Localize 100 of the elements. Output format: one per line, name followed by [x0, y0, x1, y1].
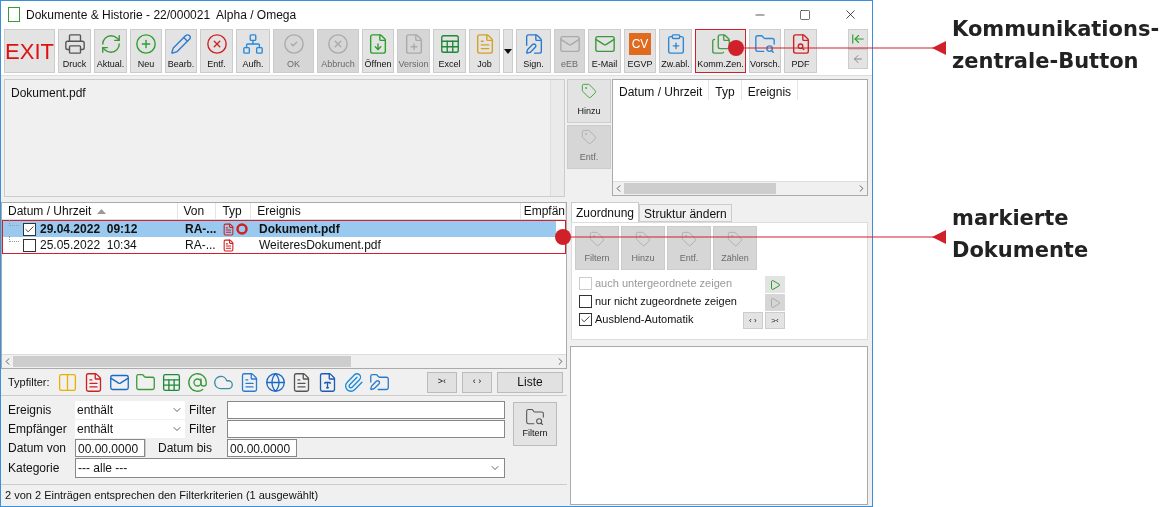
toolbar-button[interactable]: Zw.abl. — [659, 29, 692, 73]
type-filter-icon[interactable] — [160, 371, 182, 393]
type-filter-icon[interactable] — [134, 371, 156, 393]
column-header[interactable]: Datum / Uhrzeit — [613, 80, 710, 100]
checkbox[interactable] — [23, 222, 36, 236]
tab[interactable]: Zuordnung — [571, 202, 640, 222]
scrollbar-thumb[interactable] — [13, 356, 352, 367]
filter-button[interactable]: >‹ — [427, 371, 457, 393]
toolbar-button[interactable]: Komm.Zen. — [695, 29, 746, 73]
table-cell-text: RA-... — [184, 237, 217, 254]
sort-icon — [97, 208, 107, 214]
filter-apply-button[interactable]: Filtern — [513, 402, 557, 446]
toolbar-button[interactable]: Vorsch. — [749, 29, 781, 73]
toolbar-button[interactable]: Öffnen — [362, 29, 394, 73]
filter-button[interactable]: Liste — [497, 371, 563, 393]
play-icon — [768, 278, 781, 291]
column-header[interactable]: Von — [177, 203, 217, 219]
small-button[interactable]: >‹ — [764, 312, 785, 329]
type-filter-icon[interactable] — [186, 371, 208, 393]
toolbar-button[interactable]: Aktual. — [94, 29, 127, 73]
attachment-name[interactable]: Dokument.pdf — [5, 80, 550, 196]
play-button[interactable] — [764, 294, 785, 311]
status-text: 2 von 2 Einträgen entsprechen den Filterkriterien (1 ausgewählt) — [5, 488, 319, 504]
mode-dropdown[interactable]: enthält — [75, 420, 185, 438]
toolbar-icon — [367, 33, 389, 55]
typfilter-label: Typfilter: — [8, 374, 50, 390]
column-header[interactable]: Ereignis — [251, 203, 521, 219]
toolbar-icon — [63, 33, 86, 55]
tag-icon — [581, 83, 597, 100]
filter-input[interactable] — [227, 401, 505, 419]
table-row[interactable]: 25.05.2022 10:34 RA-... WeiteresDokument.pdf — [3, 237, 556, 253]
toolbar-icon — [754, 33, 776, 55]
table-cell-text: 25.05.2022 10:34 — [40, 237, 137, 254]
toolbar-button[interactable]: Aufh. — [236, 29, 270, 73]
annotation-text: zentrale-Button — [952, 48, 1140, 75]
toolbar-icon — [709, 33, 732, 55]
date-field[interactable]: 00.00.0000 — [227, 439, 297, 457]
play-button[interactable] — [764, 276, 785, 293]
toolbar-button[interactable]: E-Mail — [588, 29, 621, 73]
field-label: Empfänger — [8, 421, 68, 438]
tag-icon — [635, 230, 651, 247]
type-filter-icon[interactable] — [342, 371, 364, 393]
column-header[interactable]: Datum / Uhrzeit — [2, 203, 178, 219]
mode-dropdown[interactable]: enthält — [75, 401, 185, 419]
annotation-text: Dokumente — [952, 237, 1090, 264]
arrow-left-icon — [851, 32, 865, 46]
column-header[interactable]: Typ — [216, 203, 252, 219]
table-cell-text: RA-... — [184, 221, 218, 238]
logo-icon: CV — [629, 33, 651, 55]
tab[interactable]: Struktur ändern — [639, 204, 732, 222]
toolbar-button[interactable]: PDF — [784, 29, 817, 73]
filter-input[interactable] — [227, 420, 505, 438]
type-filter-icon[interactable] — [264, 371, 286, 393]
checkbox[interactable] — [579, 313, 592, 326]
option-label: Ausblend-Automatik — [595, 312, 694, 328]
annotation-text: Kommunikations- — [952, 16, 1161, 43]
checkbox[interactable] — [23, 238, 36, 252]
dropdown-value: enthält — [77, 421, 114, 438]
toolbar-button[interactable]: Excel — [433, 29, 466, 73]
tag-icon — [589, 230, 605, 247]
dropdown-button[interactable] — [503, 29, 513, 73]
toolbar-icon — [205, 33, 228, 55]
close-icon[interactable] — [843, 7, 858, 22]
annotation-text: markierte — [952, 205, 1070, 232]
field-label: Filter — [188, 402, 217, 419]
toolbar-button[interactable]: CV EGVP — [624, 29, 656, 73]
field-label: Filter — [188, 421, 217, 438]
vertical-scrollbar[interactable] — [550, 80, 564, 196]
column-header[interactable]: Empfän — [520, 203, 566, 219]
exit-button[interactable]: EXIT — [4, 29, 55, 73]
small-button[interactable]: ‹ › — [742, 312, 763, 329]
checkbox[interactable] — [579, 295, 592, 308]
scrollbar-thumb[interactable] — [624, 183, 777, 194]
tree-line — [9, 220, 19, 226]
toolbar-button[interactable]: Druck — [58, 29, 91, 73]
toolbar-icon — [327, 33, 349, 55]
toolbar-button[interactable]: Job — [469, 29, 500, 73]
filter-button[interactable]: ‹ › — [462, 371, 492, 393]
table-cell-text: WeiteresDokument.pdf — [258, 237, 381, 254]
category-dropdown[interactable]: --- alle --- — [75, 458, 505, 478]
dropdown-value: enthält — [77, 402, 114, 419]
type-filter-icon[interactable] — [368, 371, 390, 393]
app-icon — [8, 7, 20, 22]
column-header[interactable]: Typ — [709, 80, 742, 100]
maximize-icon[interactable] — [799, 8, 811, 21]
option-label: auch untergeordnete zeigen — [595, 276, 732, 292]
field-label: Kategorie — [8, 460, 61, 477]
side-button[interactable]: Hinzu — [567, 79, 611, 123]
tag-icon — [581, 129, 597, 146]
arrow-left-button[interactable] — [848, 29, 868, 49]
column-header[interactable]: Ereignis — [741, 80, 799, 100]
toolbar-button[interactable]: Sign. — [516, 29, 551, 73]
toolbar-icon — [593, 33, 616, 55]
toolbar-button[interactable]: Neu — [130, 29, 162, 73]
date-field[interactable]: 00.00.0000 — [75, 439, 145, 457]
toolbar-button[interactable]: Bearb. — [165, 29, 197, 73]
toolbar-button[interactable]: Entf. — [200, 29, 233, 73]
table-row[interactable]: 29.04.2022 09:12 RA-... Dokument.pdf — [3, 221, 556, 237]
toolbar-icon — [558, 33, 581, 55]
caret-icon — [504, 48, 512, 54]
